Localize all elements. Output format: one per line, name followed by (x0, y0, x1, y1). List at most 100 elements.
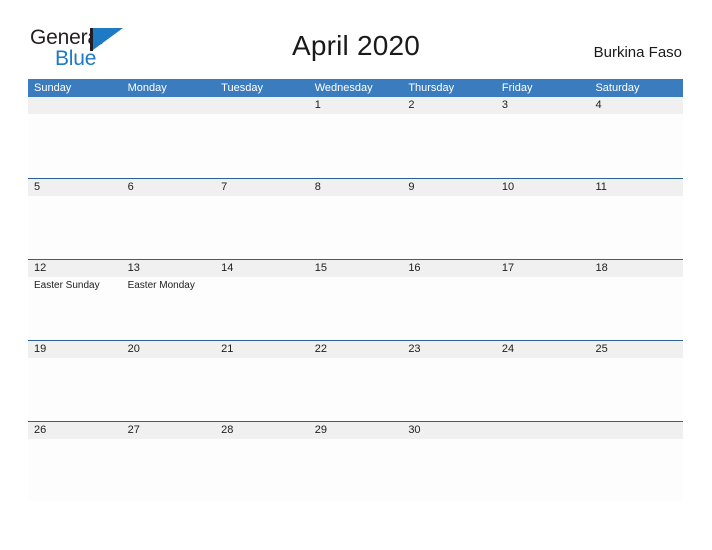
day-number: 24 (501, 343, 515, 355)
day-number-band: 16 (402, 260, 496, 277)
calendar-day-cell[interactable]: 20 (121, 341, 216, 421)
day-number-band: 6 (121, 179, 216, 196)
calendar-day-cell[interactable]: 6 (121, 179, 216, 259)
day-number: 25 (595, 343, 608, 355)
day-number: 12 (34, 262, 47, 274)
day-number-band: 15 (308, 260, 403, 277)
calendar-day-cell[interactable]: 23 (402, 341, 496, 421)
day-number-band: 21 (215, 341, 309, 358)
day-number: 7 (221, 181, 228, 193)
day-number: 10 (501, 181, 515, 193)
day-number-band (495, 422, 590, 439)
day-number-band (28, 97, 122, 114)
calendar-day-cell[interactable]: 8 (308, 179, 403, 259)
day-number-band (121, 97, 216, 114)
calendar-week-row: 5 6 7 8 9 10 11 (28, 178, 684, 259)
calendar-day-cell[interactable]: 1 (308, 97, 403, 178)
calendar-day-cell[interactable]: 28 (215, 422, 309, 502)
day-number-band: 7 (215, 179, 309, 196)
calendar-day-cell[interactable]: 7 (215, 179, 309, 259)
day-number-band: 23 (402, 341, 496, 358)
calendar-day-cell[interactable]: 5 (28, 179, 122, 259)
day-number: 19 (34, 343, 47, 355)
day-number: 23 (408, 343, 421, 355)
day-number: 5 (34, 181, 41, 193)
calendar-day-cell[interactable]: 19 (28, 341, 122, 421)
calendar-day-cell[interactable]: 10 (495, 179, 590, 259)
day-number-band: 11 (589, 179, 684, 196)
day-number: 30 (408, 424, 421, 436)
weekday-header-thursday: Thursday (408, 82, 455, 94)
calendar-day-cell[interactable]: 27 (121, 422, 216, 502)
calendar-day-cell[interactable]: 4 (589, 97, 684, 178)
day-number-band: 22 (308, 341, 403, 358)
calendar-day-cell[interactable]: 11 (589, 179, 684, 259)
weekday-header-monday: Monday (127, 82, 167, 94)
holiday-label: Easter Monday (127, 280, 195, 291)
weekday-header-tuesday: Tuesday (221, 82, 263, 94)
calendar-day-cell[interactable]: 22 (308, 341, 403, 421)
day-number-band: 26 (28, 422, 122, 439)
calendar-day-cell[interactable]: 2 (402, 97, 496, 178)
day-number: 1 (314, 99, 321, 111)
day-number-band: 12 (28, 260, 122, 277)
calendar-day-cell[interactable]: 13 Easter Monday (121, 260, 216, 340)
day-number-band: 28 (215, 422, 309, 439)
day-number-band: 2 (402, 97, 496, 114)
calendar-day-cell[interactable]: 12 Easter Sunday (28, 260, 122, 340)
calendar-day-cell[interactable]: 9 (402, 179, 496, 259)
day-number-band: 9 (402, 179, 496, 196)
calendar-day-cell-empty (215, 97, 309, 178)
day-number: 2 (408, 99, 415, 111)
day-number-band: 30 (402, 422, 496, 439)
day-number-band: 8 (308, 179, 403, 196)
day-number-band: 17 (495, 260, 590, 277)
calendar-day-cell[interactable]: 14 (215, 260, 309, 340)
calendar-week-row: 12 Easter Sunday 13 Easter Monday 14 15 16 17 18 (28, 259, 684, 340)
calendar-week-row: 26 27 28 29 30 (28, 421, 684, 502)
day-number: 27 (127, 424, 140, 436)
day-number: 17 (501, 262, 515, 274)
day-number: 15 (314, 262, 327, 274)
day-number-band (215, 97, 309, 114)
weekday-header-saturday: Saturday (595, 82, 640, 94)
day-number: 21 (221, 343, 234, 355)
day-number-band: 10 (495, 179, 590, 196)
calendar-day-cell[interactable]: 17 (495, 260, 590, 340)
country-label: Burkina Faso (593, 44, 682, 61)
day-number-band: 29 (308, 422, 403, 439)
day-number-band: 19 (28, 341, 122, 358)
calendar-day-cell[interactable]: 26 (28, 422, 122, 502)
day-number: 28 (221, 424, 234, 436)
calendar-grid: Sunday Monday Tuesday Wednesday Thursday… (28, 79, 684, 502)
calendar-day-cell[interactable]: 29 (308, 422, 403, 502)
day-number: 26 (34, 424, 47, 436)
weekday-header-sunday: Sunday (34, 82, 72, 94)
calendar-day-cell[interactable]: 21 (215, 341, 309, 421)
day-number-band: 4 (589, 97, 684, 114)
calendar-day-cell[interactable]: 25 (589, 341, 684, 421)
day-number: 11 (595, 181, 607, 193)
calendar-day-cell-empty (121, 97, 216, 178)
calendar-day-cell[interactable]: 30 (402, 422, 496, 502)
day-number: 13 (127, 262, 140, 274)
calendar-day-cell[interactable]: 16 (402, 260, 496, 340)
day-number: 9 (408, 181, 415, 193)
holiday-label: Easter Sunday (34, 280, 100, 291)
day-number: 3 (501, 99, 509, 111)
day-number: 29 (314, 424, 327, 436)
calendar-day-cell[interactable]: 3 (495, 97, 590, 178)
calendar-day-cell-empty (589, 422, 684, 502)
calendar-day-cell[interactable]: 24 (495, 341, 590, 421)
day-number-band: 24 (495, 341, 590, 358)
calendar-day-cell[interactable]: 15 (308, 260, 403, 340)
calendar-day-cell[interactable]: 18 (589, 260, 684, 340)
day-number: 4 (595, 99, 602, 111)
weekday-header-row: Sunday Monday Tuesday Wednesday Thursday… (28, 79, 683, 97)
calendar-week-row: 1 2 3 4 (28, 97, 684, 178)
day-number-band: 25 (589, 341, 684, 358)
day-number-band (589, 422, 684, 439)
calendar-day-cell-empty (28, 97, 122, 178)
day-number-band: 18 (589, 260, 684, 277)
day-number-band: 13 (121, 260, 216, 277)
